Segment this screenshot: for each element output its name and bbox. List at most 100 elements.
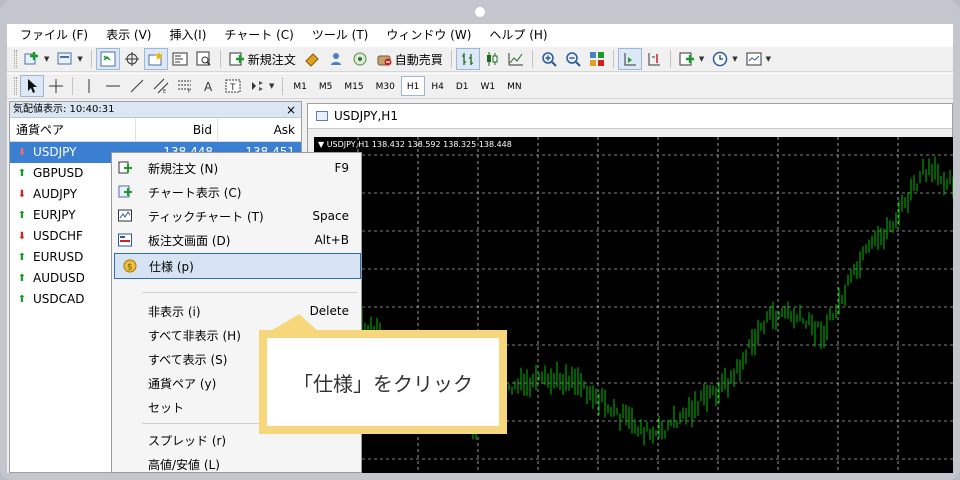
- up-arrow-icon: ⬆: [17, 273, 27, 284]
- templates-icon: [746, 51, 762, 67]
- timeframe-w1[interactable]: W1: [474, 76, 501, 96]
- menu-window[interactable]: ウィンドウ (W): [377, 24, 480, 46]
- menu-bar: ファイル (F) 表示 (V) 挿入(I) チャート (C) ツール (T) ウ…: [7, 24, 953, 46]
- tester-magnifier-icon: [196, 51, 212, 67]
- new-order-button[interactable]: 新規注文: [225, 48, 300, 70]
- new-order-label: 新規注文: [247, 52, 296, 67]
- timeframe-d1[interactable]: D1: [450, 76, 475, 96]
- menu-item-high-low[interactable]: 高値/安値 (L): [112, 453, 361, 473]
- channel-icon: E: [153, 78, 169, 95]
- specification-icon: $: [123, 259, 137, 273]
- account-button[interactable]: [324, 48, 348, 70]
- column-header-ask[interactable]: Ask: [218, 118, 301, 141]
- data-window-button[interactable]: [120, 48, 144, 70]
- column-header-symbol[interactable]: 通貨ペア: [10, 118, 136, 141]
- toolbar-grip[interactable]: [14, 50, 17, 68]
- menu-file[interactable]: ファイル (F): [11, 24, 97, 46]
- crosshair-tool-button[interactable]: [44, 75, 68, 97]
- menu-help[interactable]: ヘルプ (H): [480, 24, 556, 46]
- zoom-in-button[interactable]: [537, 48, 561, 70]
- horizontal-line-button[interactable]: [101, 75, 125, 97]
- symbol-name: GBPUSD: [33, 166, 84, 180]
- crosshair-target-icon: [124, 51, 140, 67]
- auto-trading-button[interactable]: 自動売買: [372, 48, 447, 70]
- menu-item-label: セット: [148, 400, 185, 415]
- text-tool-button[interactable]: A: [197, 75, 221, 97]
- timeframe-m1[interactable]: M1: [287, 76, 313, 96]
- tile-windows-button[interactable]: [585, 48, 609, 70]
- market-watch-toggle[interactable]: [95, 48, 120, 70]
- text-label-button[interactable]: T: [221, 75, 245, 97]
- cursor-tool-button[interactable]: [20, 75, 44, 97]
- menu-item-label: 板注文画面 (D): [148, 233, 231, 248]
- toolbar-grip[interactable]: [14, 77, 17, 95]
- tile-windows-icon: [589, 51, 605, 67]
- up-arrow-icon: ⬆: [17, 168, 27, 179]
- up-arrow-icon: ⬆: [17, 210, 27, 221]
- chart-window-icon: [118, 185, 132, 199]
- chart-window-title-bar[interactable]: USDJPY,H1: [308, 104, 952, 129]
- menu-insert[interactable]: 挿入(I): [160, 24, 215, 46]
- menu-item-depth-of-market[interactable]: 板注文画面 (D) Alt+B: [112, 229, 361, 251]
- vertical-line-icon: [81, 78, 97, 94]
- menu-view[interactable]: 表示 (V): [97, 24, 160, 46]
- toolbar-separator: [219, 50, 221, 68]
- bar-chart-button[interactable]: [455, 48, 480, 70]
- timeframe-m5[interactable]: M5: [313, 76, 339, 96]
- menu-item-tick-chart[interactable]: ティックチャート (T) Space: [112, 205, 361, 227]
- chart-window-icon: [316, 111, 328, 121]
- equidistant-channel-button[interactable]: E: [149, 75, 173, 97]
- line-studies-toolbar: E F A T ▼ M1 M5 M15 M30 H1 H4 D1 W1 MN: [7, 73, 953, 99]
- timeframe-mn[interactable]: MN: [501, 76, 528, 96]
- indicators-icon: [679, 51, 695, 67]
- metaeditor-button[interactable]: [300, 48, 324, 70]
- navigator-toggle[interactable]: [143, 48, 168, 70]
- profiles-button[interactable]: ▼: [53, 48, 86, 70]
- menu-item-label: チャート表示 (C): [148, 185, 242, 200]
- down-arrow-icon: ⬇: [17, 189, 27, 200]
- up-arrow-icon: ⬆: [17, 252, 27, 263]
- zoom-out-button[interactable]: [561, 48, 585, 70]
- clock-icon: [712, 51, 728, 67]
- user-person-icon: [328, 51, 344, 67]
- strategy-tester-toggle[interactable]: [192, 48, 216, 70]
- svg-text:$: $: [127, 263, 133, 273]
- chart-shift-button[interactable]: [642, 48, 666, 70]
- menu-item-chart-window[interactable]: チャート表示 (C): [112, 181, 361, 203]
- timeframe-m30[interactable]: M30: [370, 76, 401, 96]
- menu-item-new-order[interactable]: 新規注文 (N) F9: [112, 157, 361, 179]
- menu-tools[interactable]: ツール (T): [303, 24, 378, 46]
- indicators-button[interactable]: ▼: [675, 48, 708, 70]
- arrows-button[interactable]: ▼: [245, 75, 278, 97]
- standard-toolbar: ▼ ▼ 新規注文 自動売買 ▼ ▼ ▼: [7, 46, 953, 72]
- line-chart-button[interactable]: [504, 48, 528, 70]
- mt4-application-window: ファイル (F) 表示 (V) 挿入(I) チャート (C) ツール (T) ウ…: [7, 24, 953, 473]
- periods-button[interactable]: ▼: [708, 48, 741, 70]
- frame-camera-dot: [475, 7, 485, 17]
- timeframe-h4[interactable]: H4: [425, 76, 450, 96]
- new-chart-button[interactable]: ▼: [20, 48, 53, 70]
- dropdown-triangle-icon: ▼: [318, 140, 327, 149]
- timeframe-h1[interactable]: H1: [400, 76, 426, 96]
- vertical-line-button[interactable]: [77, 75, 101, 97]
- menu-item-label: 非表示 (i): [148, 304, 201, 319]
- timeframe-m15[interactable]: M15: [338, 76, 369, 96]
- autoscroll-button[interactable]: [617, 48, 642, 70]
- menu-item-specification[interactable]: $ 仕様 (p): [114, 253, 361, 279]
- close-icon[interactable]: ×: [286, 102, 296, 118]
- menu-item-label: スプレッド (r): [148, 433, 227, 448]
- chart-info-line: ▼ USDJPY,H1 138.432 138.592 138.325 138.…: [318, 140, 512, 149]
- symbol-name: EURUSD: [33, 250, 84, 264]
- menu-item-label: ティックチャート (T): [148, 209, 264, 224]
- fibonacci-button[interactable]: F: [173, 75, 197, 97]
- svg-text:E: E: [163, 89, 166, 94]
- signals-button[interactable]: [348, 48, 372, 70]
- down-arrow-icon: ⬇: [17, 147, 27, 158]
- candlestick-button[interactable]: [480, 48, 504, 70]
- menu-chart[interactable]: チャート (C): [215, 24, 302, 46]
- trendline-button[interactable]: [125, 75, 149, 97]
- templates-button[interactable]: ▼: [742, 48, 775, 70]
- column-header-bid[interactable]: Bid: [136, 118, 218, 141]
- terminal-toggle[interactable]: [168, 48, 192, 70]
- signal-broadcast-icon: [352, 51, 368, 67]
